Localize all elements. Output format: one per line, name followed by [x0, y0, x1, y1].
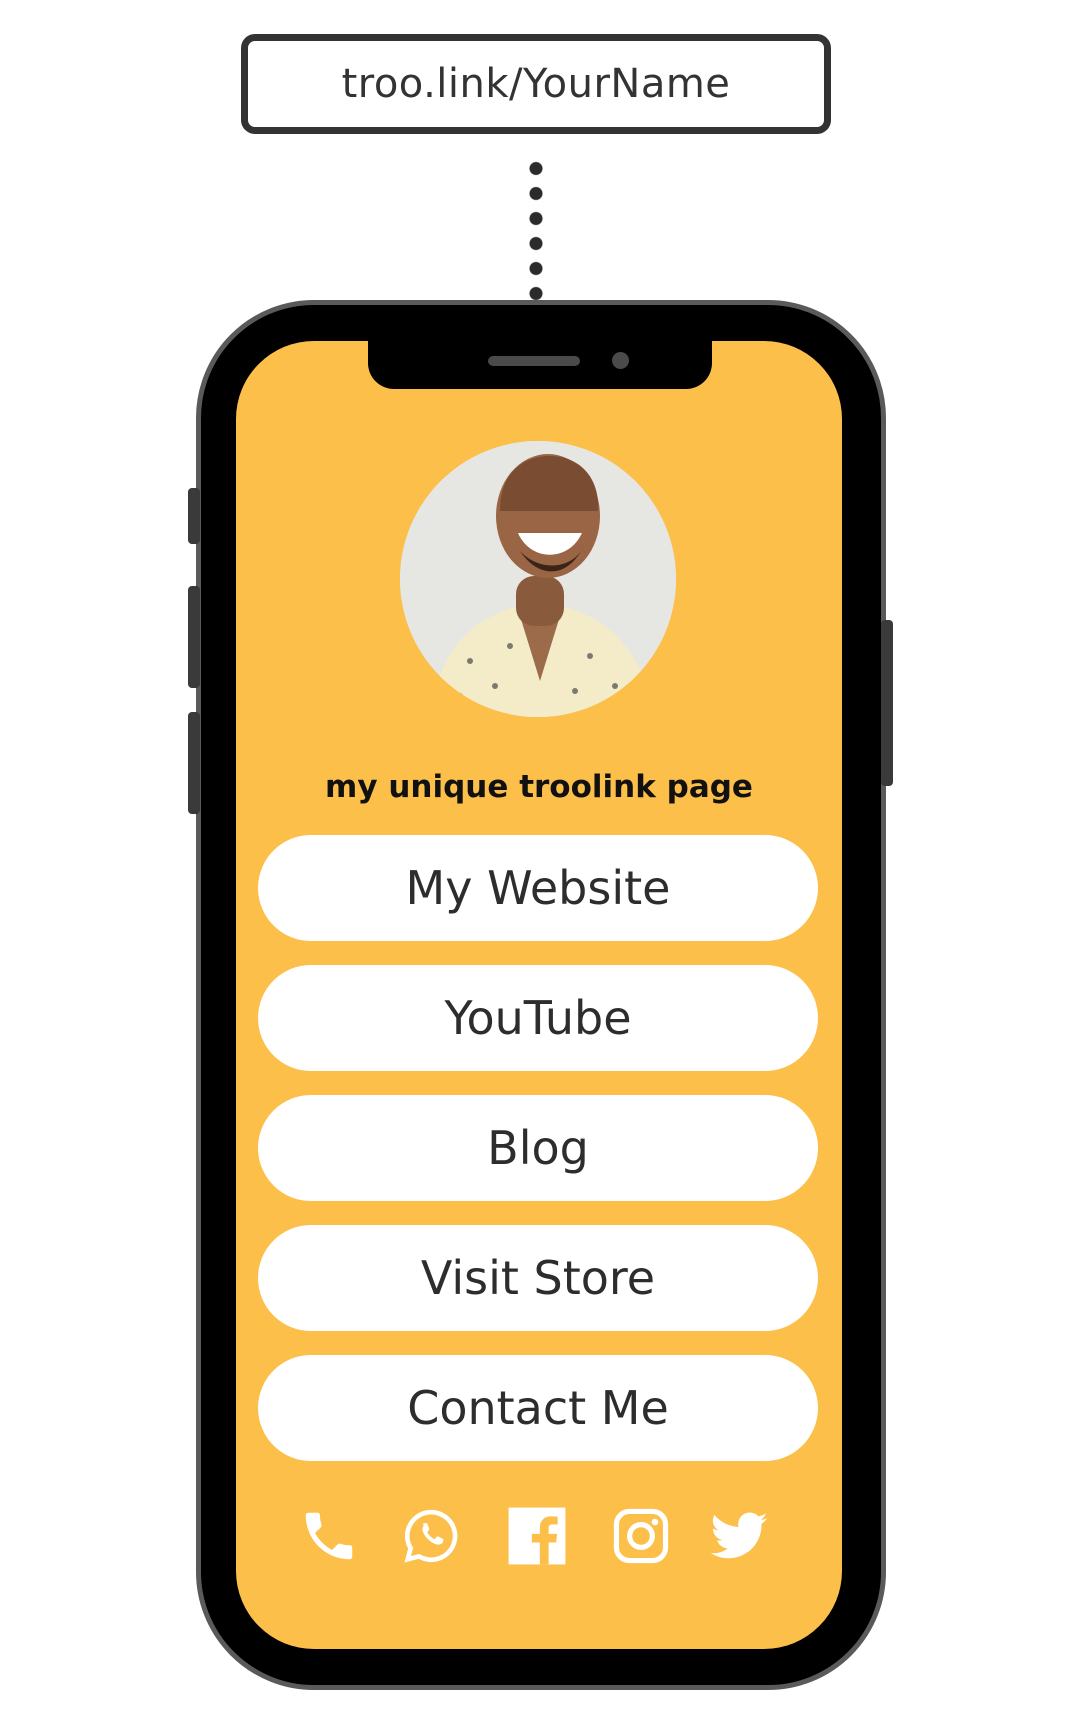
- page-title: my unique troolink page: [325, 769, 753, 805]
- visit-store-button[interactable]: Visit Store: [258, 1225, 818, 1331]
- phone-screen: my unique troolink page My Website YouTu…: [236, 341, 842, 1649]
- whatsapp-icon[interactable]: [400, 1505, 462, 1567]
- facebook-icon[interactable]: [506, 1505, 568, 1567]
- url-text: troo.link/YourName: [341, 61, 731, 107]
- youtube-button[interactable]: YouTube: [258, 965, 818, 1071]
- volume-down-button: [188, 712, 200, 814]
- volume-up-button: [188, 586, 200, 688]
- dotted-connector: [529, 156, 543, 302]
- power-button: [881, 620, 893, 786]
- avatar[interactable]: [400, 441, 676, 717]
- twitter-icon[interactable]: [708, 1505, 770, 1567]
- front-camera: [612, 352, 629, 369]
- contact-me-button[interactable]: Contact Me: [258, 1355, 818, 1461]
- avatar-image: [400, 441, 676, 717]
- mute-switch: [188, 488, 200, 544]
- url-box[interactable]: troo.link/YourName: [241, 34, 831, 134]
- social-icons-row: [236, 1505, 842, 1571]
- speaker-grille: [488, 356, 580, 366]
- blog-button[interactable]: Blog: [258, 1095, 818, 1201]
- instagram-icon[interactable]: [610, 1505, 672, 1567]
- notch: [368, 341, 712, 389]
- my-website-button[interactable]: My Website: [258, 835, 818, 941]
- phone-icon[interactable]: [298, 1505, 360, 1567]
